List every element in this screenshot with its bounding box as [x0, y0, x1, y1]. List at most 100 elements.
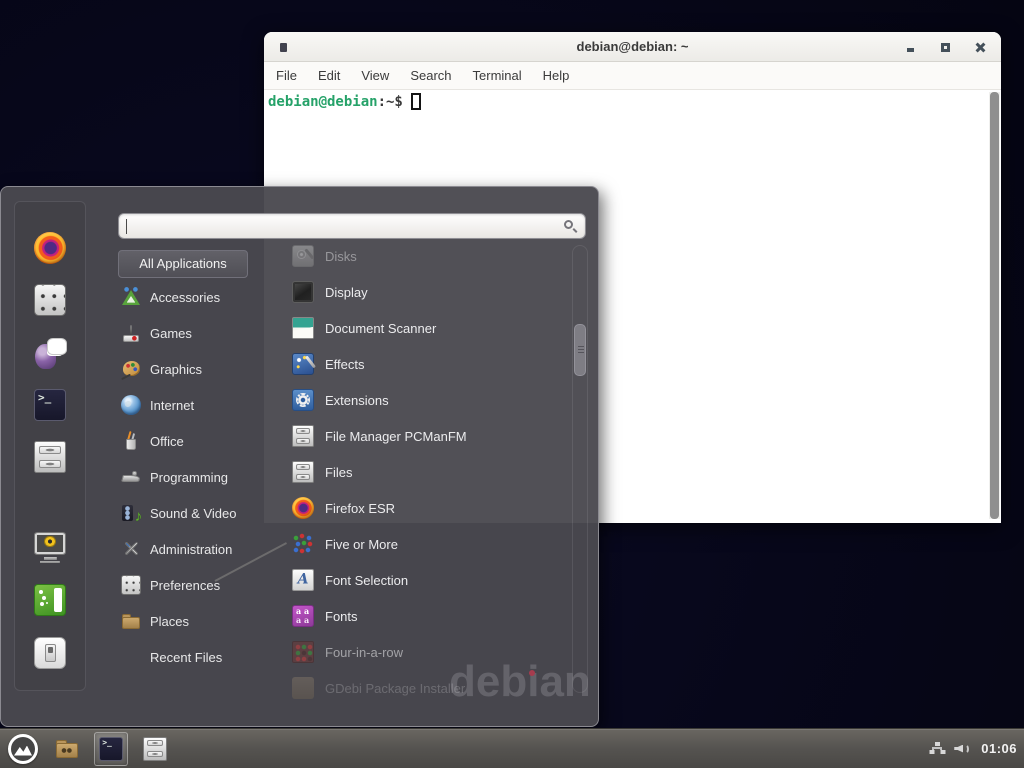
terminal-icon	[99, 737, 123, 761]
app-extensions[interactable]: Extensions	[282, 382, 572, 418]
app-five-or-more[interactable]: Five or More	[282, 526, 572, 562]
firefox-icon	[292, 497, 314, 519]
internet-icon	[121, 395, 141, 415]
four-in-a-row-icon	[292, 641, 314, 663]
category-places[interactable]: Places	[113, 603, 265, 639]
favorite-lock-screen[interactable]	[34, 532, 66, 564]
favorite-firefox[interactable]	[34, 232, 66, 264]
close-button[interactable]	[975, 42, 986, 53]
category-internet[interactable]: Internet	[113, 387, 265, 423]
five-or-more-icon	[292, 533, 314, 555]
favorite-file-cabinet[interactable]	[34, 441, 66, 473]
terminal-prompt: debian@debian :~$	[268, 93, 421, 110]
category-administration[interactable]: Administration	[113, 531, 265, 567]
menu-terminal[interactable]: Terminal	[473, 68, 522, 83]
category-sound-video[interactable]: Sound & Video	[113, 495, 265, 531]
display-icon	[292, 281, 314, 303]
terminal-scrollbar[interactable]	[989, 92, 1000, 519]
games-icon	[121, 323, 141, 343]
pidgin-icon	[34, 337, 66, 369]
category-games[interactable]: Games	[113, 315, 265, 351]
category-preferences[interactable]: Preferences	[113, 567, 265, 603]
app-document-scanner[interactable]: Document Scanner	[282, 310, 572, 346]
file-manager-pcmanfm-icon	[292, 425, 314, 447]
graphics-icon	[121, 359, 141, 379]
menu-edit[interactable]: Edit	[318, 68, 340, 83]
file-manager-button[interactable]	[50, 732, 84, 766]
app-label: Disks	[325, 249, 357, 264]
app-label: Display	[325, 285, 368, 300]
favorite-logout[interactable]	[34, 584, 66, 616]
menu-scrollbar[interactable]	[572, 245, 588, 693]
desktop: { "terminal_window": { "title": "debian@…	[0, 0, 1024, 768]
minimize-button[interactable]	[905, 42, 916, 53]
effects-icon	[292, 353, 314, 375]
category-label: Sound & Video	[150, 506, 237, 521]
category-office[interactable]: Office	[113, 423, 265, 459]
window-controls	[905, 32, 986, 62]
places-icon	[121, 611, 141, 631]
favorite-input-settings[interactable]	[34, 284, 66, 316]
favorite-pidgin[interactable]	[34, 337, 66, 369]
app-label: Five or More	[325, 537, 398, 552]
menu-search[interactable]: Search	[410, 68, 451, 83]
category-label: Internet	[150, 398, 194, 413]
terminal-cursor	[411, 93, 421, 110]
app-file-manager-pcmanfm[interactable]: File Manager PCManFM	[282, 418, 572, 454]
category-label: Preferences	[150, 578, 220, 593]
prompt-user-host: debian@debian	[268, 94, 378, 110]
quit-icon	[34, 637, 66, 669]
terminal-button[interactable]	[94, 732, 128, 766]
menu-search-input[interactable]	[125, 215, 559, 237]
font-selection-icon	[292, 569, 314, 591]
terminal-menubar: File Edit View Search Terminal Help	[264, 62, 1001, 90]
files-button[interactable]	[138, 732, 172, 766]
maximize-icon	[941, 43, 950, 52]
terminal-scrollbar-thumb[interactable]	[990, 92, 999, 519]
app-gdebi-package-installer[interactable]: GDebi Package Installer	[282, 670, 572, 706]
maximize-button[interactable]	[940, 42, 951, 53]
category-accessories[interactable]: Accessories	[113, 279, 265, 315]
category-graphics[interactable]: Graphics	[113, 351, 265, 387]
input-settings-icon	[34, 284, 66, 316]
app-firefox-esr[interactable]: Firefox ESR	[282, 490, 572, 526]
terminal-title: debian@debian: ~	[264, 32, 1001, 62]
category-label: Recent Files	[150, 650, 222, 665]
extensions-icon	[292, 389, 314, 411]
terminal-titlebar[interactable]: debian@debian: ~	[264, 32, 1001, 62]
app-effects[interactable]: Effects	[282, 346, 572, 382]
app-four-in-a-row[interactable]: Four-in-a-row	[282, 634, 572, 670]
favorite-terminal[interactable]	[34, 389, 66, 421]
category-programming[interactable]: Programming	[113, 459, 265, 495]
close-icon	[975, 42, 986, 53]
folder-icon	[55, 737, 79, 761]
taskbar-clock: 01:06	[981, 741, 1017, 756]
app-label: Effects	[325, 357, 365, 372]
category-label: Graphics	[150, 362, 202, 377]
menu-scrollbar-thumb[interactable]	[574, 324, 586, 376]
taskbar-tray: 01:06	[929, 729, 1017, 768]
minimize-icon	[907, 48, 914, 52]
firefox-icon	[34, 232, 66, 264]
network-icon[interactable]	[929, 742, 945, 756]
gdebi-icon	[292, 677, 314, 699]
app-label: Extensions	[325, 393, 389, 408]
app-files[interactable]: Files	[282, 454, 572, 490]
application-menu: debian All Applications AccessoriesGames…	[0, 186, 599, 727]
app-fonts[interactable]: Fonts	[282, 598, 572, 634]
volume-icon[interactable]	[954, 742, 972, 756]
category-recent-files[interactable]: Recent Files	[113, 639, 265, 675]
app-display[interactable]: Display	[282, 274, 572, 310]
menu-view[interactable]: View	[361, 68, 389, 83]
app-font-selection[interactable]: Font Selection	[282, 562, 572, 598]
menu-button[interactable]	[6, 732, 40, 766]
all-applications-button[interactable]: All Applications	[118, 250, 248, 278]
menu-file[interactable]: File	[276, 68, 297, 83]
accessories-icon	[121, 287, 141, 307]
taskbar-launchers	[6, 729, 172, 768]
app-disks[interactable]: Disks	[282, 238, 572, 274]
logout-icon	[34, 584, 66, 616]
document-scanner-icon	[292, 317, 314, 339]
menu-help[interactable]: Help	[543, 68, 570, 83]
favorite-quit[interactable]	[34, 637, 66, 669]
